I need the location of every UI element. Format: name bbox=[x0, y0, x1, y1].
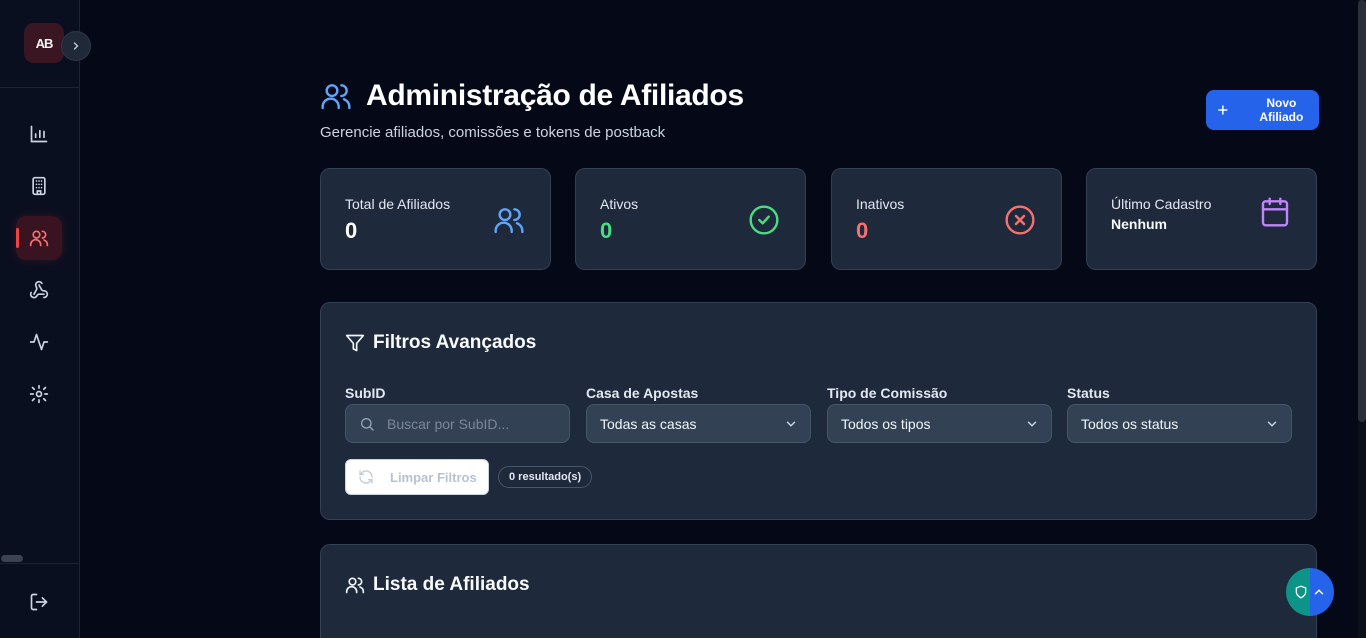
sidebar-scrollbar[interactable] bbox=[1, 555, 23, 562]
stat-label: Total de Afiliados bbox=[345, 196, 451, 212]
users-icon bbox=[494, 208, 524, 234]
users-icon bbox=[321, 84, 351, 110]
tipo-selected: Todos os tipos bbox=[841, 415, 931, 432]
status-label: Status bbox=[1067, 385, 1110, 401]
page-title: Administração de Afiliados bbox=[366, 79, 744, 112]
plus-icon bbox=[1218, 105, 1228, 115]
gear-icon bbox=[29, 384, 49, 404]
stat-icon-wrap bbox=[492, 203, 526, 237]
users-icon bbox=[29, 230, 49, 247]
list-title: Lista de Afiliados bbox=[345, 574, 530, 596]
filters-title: Filtros Avançados bbox=[345, 332, 536, 354]
stat-label: Inativos bbox=[856, 196, 905, 212]
new-affiliate-button[interactable]: Novo Afiliado bbox=[1206, 90, 1319, 130]
stat-value: 0 bbox=[345, 218, 358, 243]
refresh-icon bbox=[359, 470, 373, 484]
sidebar: AB bbox=[0, 0, 80, 638]
stat-card-total: Total de Afiliados 0 bbox=[320, 168, 551, 270]
stat-label: Último Cadastro bbox=[1111, 196, 1212, 212]
sidebar-item-dashboard[interactable] bbox=[16, 112, 62, 156]
sidebar-item-settings[interactable] bbox=[16, 372, 62, 416]
x-circle-icon bbox=[1005, 205, 1035, 235]
subid-field[interactable] bbox=[345, 404, 570, 443]
shield-icon bbox=[1295, 585, 1307, 599]
page-scrollbar-thumb[interactable] bbox=[1358, 0, 1366, 422]
stat-value: 0 bbox=[600, 218, 613, 243]
sidebar-item-webhooks[interactable] bbox=[16, 268, 62, 312]
check-circle-icon bbox=[749, 205, 779, 235]
casa-label: Casa de Apostas bbox=[586, 385, 699, 401]
chevron-right-icon bbox=[73, 42, 79, 50]
logout-icon bbox=[30, 593, 48, 611]
chevron-down-icon bbox=[786, 421, 796, 427]
new-affiliate-label: Novo Afiliado bbox=[1259, 96, 1304, 124]
stat-icon-wrap bbox=[1258, 195, 1292, 229]
stat-icon-wrap bbox=[747, 203, 781, 237]
stat-value: 0 bbox=[856, 218, 869, 243]
scroll-top-button[interactable] bbox=[1310, 568, 1334, 616]
bar-chart-icon bbox=[30, 125, 48, 143]
filters-title-text: Filtros Avançados bbox=[373, 332, 537, 353]
clear-filters-label: Limpar Filtros bbox=[390, 469, 477, 485]
tipo-label: Tipo de Comissão bbox=[827, 385, 948, 401]
chevron-down-icon bbox=[1027, 421, 1037, 427]
clear-filters-button[interactable]: Limpar Filtros bbox=[345, 459, 489, 495]
casa-selected: Todas as casas bbox=[600, 415, 697, 432]
status-selected: Todos os status bbox=[1081, 415, 1179, 432]
sidebar-divider bbox=[0, 87, 80, 88]
page-header: Administração de Afiliados bbox=[320, 79, 744, 113]
result-count-badge: 0 resultado(s) bbox=[498, 466, 593, 488]
calendar-icon bbox=[1261, 197, 1289, 227]
chevron-down-icon bbox=[1267, 421, 1277, 427]
page-scrollbar[interactable] bbox=[1358, 0, 1366, 638]
filter-icon bbox=[345, 334, 365, 352]
sidebar-item-affiliates[interactable] bbox=[16, 216, 62, 260]
activity-icon bbox=[29, 333, 49, 351]
sidebar-expand-button[interactable] bbox=[61, 31, 91, 61]
sidebar-item-activity[interactable] bbox=[16, 320, 62, 364]
stat-icon-wrap bbox=[1003, 203, 1037, 237]
casa-select[interactable]: Todas as casas bbox=[586, 404, 811, 443]
stat-card-last-signup: Último Cadastro Nenhum bbox=[1086, 168, 1317, 270]
sidebar-divider-bottom bbox=[0, 563, 80, 564]
status-select[interactable]: Todos os status bbox=[1067, 404, 1292, 443]
stat-card-active: Ativos 0 bbox=[575, 168, 806, 270]
stat-label: Ativos bbox=[600, 196, 639, 212]
app-logo[interactable]: AB bbox=[24, 23, 64, 63]
list-title-text: Lista de Afiliados bbox=[373, 574, 530, 595]
users-icon bbox=[345, 577, 365, 594]
filters-panel: Filtros Avançados SubID Casa de Apostas … bbox=[320, 302, 1317, 520]
subid-label: SubID bbox=[345, 385, 386, 401]
search-icon bbox=[361, 417, 374, 431]
chevron-up-icon bbox=[1314, 589, 1324, 595]
logout-button[interactable] bbox=[16, 580, 62, 624]
sidebar-item-companies[interactable] bbox=[16, 164, 62, 208]
floating-widget bbox=[1286, 568, 1334, 616]
stat-card-inactive: Inativos 0 bbox=[831, 168, 1062, 270]
affiliates-list-panel: Lista de Afiliados bbox=[320, 544, 1317, 638]
subid-input[interactable] bbox=[387, 415, 557, 432]
webhook-icon bbox=[29, 280, 49, 299]
building-icon bbox=[32, 176, 46, 196]
tipo-select[interactable]: Todos os tipos bbox=[827, 404, 1052, 443]
stat-value: Nenhum bbox=[1111, 216, 1167, 232]
page-subtitle: Gerencie afiliados, comissões e tokens d… bbox=[320, 124, 666, 141]
